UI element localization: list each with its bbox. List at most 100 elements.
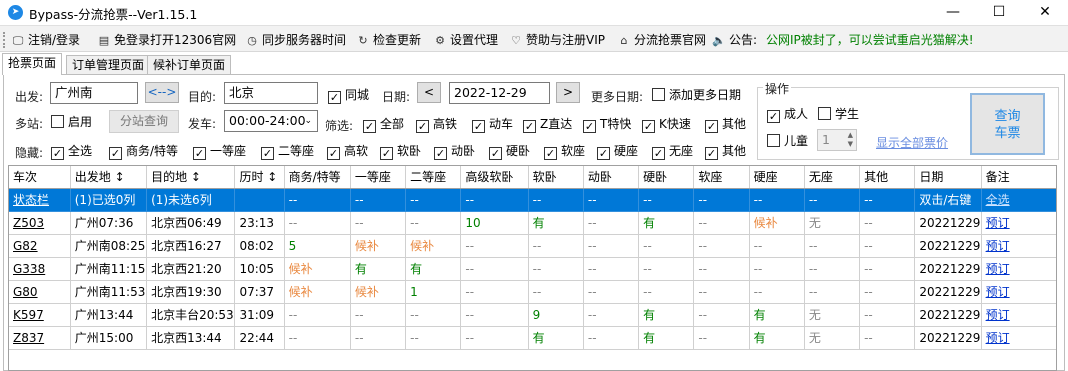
home-icon: ⌂ bbox=[620, 34, 628, 47]
tab-orders[interactable]: 订单管理页面 bbox=[66, 55, 151, 75]
column-header: 硬座 bbox=[749, 166, 805, 189]
hide-second-class-checkbox[interactable]: ✓ 二等座 bbox=[261, 144, 314, 160]
filter-dongche-checkbox[interactable]: ✓ 动车 bbox=[472, 117, 513, 133]
train-number-cell[interactable]: Z503 bbox=[9, 211, 71, 235]
filter-all-checkbox[interactable]: ✓ 全部 bbox=[363, 117, 404, 133]
station-query-button[interactable]: 分站查询 bbox=[109, 110, 179, 133]
date-input[interactable]: 2022-12-29 bbox=[449, 82, 550, 104]
check-update-menu[interactable]: ↻ 检查更新 bbox=[356, 31, 421, 49]
filter-z-checkbox[interactable]: ✓ Z直达 bbox=[523, 117, 572, 133]
book-link[interactable]: 预订 bbox=[981, 211, 1056, 235]
book-link[interactable]: 预订 bbox=[981, 280, 1056, 304]
speaker-icon: 🔈 bbox=[712, 34, 726, 47]
tab-booking[interactable]: 抢票页面 bbox=[2, 53, 63, 75]
child-count-stepper[interactable]: 1 ▲ ▼ bbox=[817, 129, 857, 151]
status-row[interactable]: 状态栏 (1)已选0列 (1)未选6列 -- -- -- -- -- -- -- -- -- -- -- 双… bbox=[9, 188, 1056, 212]
adult-checkbox[interactable]: ✓ 成人 bbox=[767, 107, 808, 123]
hide-yingwo-checkbox[interactable]: ✓ 硬卧 bbox=[489, 144, 530, 160]
child-checkbox[interactable]: 儿童 bbox=[767, 134, 808, 148]
enable-multi-station-checkbox[interactable]: 启用 bbox=[51, 115, 92, 129]
proxy-settings-menu[interactable]: ⚙ 设置代理 bbox=[433, 31, 498, 49]
query-tickets-button[interactable]: 查询 车票 bbox=[970, 93, 1045, 155]
announcement-menu[interactable]: 🔈 公告: bbox=[712, 31, 757, 49]
filter-gaotie-checkbox[interactable]: ✓ 高铁 bbox=[416, 117, 457, 133]
book-link[interactable]: 预订 bbox=[981, 326, 1056, 350]
column-header[interactable]: 目的地 ↕ bbox=[146, 166, 236, 189]
book-link[interactable]: 预订 bbox=[981, 257, 1056, 281]
to-station-input[interactable]: 北京 bbox=[224, 82, 318, 104]
minimize-button[interactable]: — bbox=[930, 0, 976, 25]
table-cell: 有 bbox=[749, 326, 805, 350]
train-number-cell[interactable]: G80 bbox=[9, 280, 71, 304]
sponsor-register-menu[interactable]: ♡ 赞助与注册VIP bbox=[509, 31, 605, 49]
depart-label: 发车: bbox=[188, 117, 217, 131]
column-header[interactable]: 出发地 ↕ bbox=[70, 166, 148, 189]
table-row[interactable]: Z503 广州07:36 北京西06:49 23:13 -- -- -- 10 有 -- 有 -- 候补… bbox=[9, 211, 1056, 235]
table-cell: -- bbox=[583, 188, 640, 212]
table-cell: 广州南11:53 bbox=[70, 280, 148, 304]
table-cell: -- bbox=[583, 211, 640, 235]
checkbox-unchecked-icon bbox=[767, 134, 780, 147]
table-cell: 20221229 bbox=[914, 326, 982, 350]
hide-ruanzuo-checkbox[interactable]: ✓ 软座 bbox=[544, 144, 585, 160]
train-number-cell[interactable]: G82 bbox=[9, 234, 71, 258]
checkbox-checked-icon: ✓ bbox=[472, 120, 485, 133]
open-12306-menu[interactable]: ▤ 免登录打开12306官网 bbox=[97, 31, 236, 49]
train-number-cell[interactable]: Z837 bbox=[9, 326, 71, 350]
table-cell: 有 bbox=[350, 257, 407, 281]
swap-stations-button[interactable]: <--> bbox=[145, 82, 179, 103]
hide-wuzuo-checkbox[interactable]: ✓ 无座 bbox=[652, 144, 693, 160]
table-cell: -- bbox=[638, 188, 695, 212]
sync-time-menu[interactable]: ◷ 同步服务器时间 bbox=[245, 31, 346, 49]
table-cell: -- bbox=[693, 211, 750, 235]
date-label: 日期: bbox=[382, 90, 411, 104]
table-row[interactable]: G80 广州南11:53 北京西19:30 07:37 候补 候补 1 -- -- -- -- -- -… bbox=[9, 280, 1056, 304]
tab-strip: 抢票页面 订单管理页面 候补订单页面 bbox=[0, 53, 1068, 75]
hide-all-checkbox[interactable]: ✓ 全选 bbox=[51, 144, 92, 160]
column-header[interactable]: 历时 ↕ bbox=[234, 166, 285, 189]
hide-business-checkbox[interactable]: ✓ 商务/特等 bbox=[109, 144, 178, 160]
column-header: 其他 bbox=[859, 166, 916, 189]
book-link[interactable]: 预订 bbox=[981, 303, 1056, 327]
close-button[interactable]: ✕ bbox=[1022, 0, 1068, 25]
maximize-button[interactable]: ☐ bbox=[976, 0, 1022, 25]
column-header: 备注 bbox=[981, 166, 1056, 189]
chevron-down-icon: ⌄ bbox=[304, 116, 312, 126]
hide-other-checkbox[interactable]: ✓ 其他 bbox=[705, 144, 746, 160]
login-logout-menu[interactable]: 🖵 注销/登录 bbox=[11, 31, 80, 49]
checkbox-checked-icon: ✓ bbox=[767, 110, 780, 123]
from-station-input[interactable]: 广州南 bbox=[50, 82, 138, 104]
operations-legend: 操作 bbox=[763, 80, 792, 97]
same-city-checkbox[interactable]: ✓ 同城 bbox=[328, 88, 369, 104]
table-cell: 20221229 bbox=[914, 257, 982, 281]
train-number-cell[interactable]: K597 bbox=[9, 303, 71, 327]
tab-waitlist[interactable]: 候补订单页面 bbox=[147, 55, 232, 75]
depart-time-select[interactable]: 00:00-24:00 ⌄ bbox=[224, 110, 318, 132]
hide-first-class-checkbox[interactable]: ✓ 一等座 bbox=[193, 144, 246, 160]
train-number-cell[interactable]: 状态栏 bbox=[9, 188, 71, 212]
table-row[interactable]: G82 广州南08:25 北京西16:27 08:02 5 候补 候补 -- -- -- -- -- -… bbox=[9, 234, 1056, 258]
book-link[interactable]: 预订 bbox=[981, 234, 1056, 258]
hide-gaoruan-checkbox[interactable]: ✓ 高软 bbox=[327, 144, 368, 160]
table-cell: -- bbox=[638, 234, 695, 258]
filter-other-checkbox[interactable]: ✓ 其他 bbox=[705, 117, 746, 133]
prev-date-button[interactable]: < bbox=[417, 82, 441, 103]
hide-yingzuo-checkbox[interactable]: ✓ 硬座 bbox=[597, 144, 638, 160]
add-more-dates-checkbox[interactable]: 添加更多日期 bbox=[652, 88, 741, 102]
table-row[interactable]: K597 广州13:44 北京丰台20:53 31:09 -- -- -- -- 9 -- 有 -- 有… bbox=[9, 303, 1056, 327]
table-cell: -- bbox=[460, 326, 529, 350]
table-row[interactable]: G338 广州南11:15 北京西21:20 10:05 候补有有 -- -- -- -- -- -… bbox=[9, 257, 1056, 281]
column-header: 一等座 bbox=[350, 166, 407, 189]
official-site-menu[interactable]: ⌂ 分流抢票官网 bbox=[617, 31, 707, 49]
filter-t-checkbox[interactable]: ✓ T特快 bbox=[583, 117, 631, 133]
train-number-cell[interactable]: G338 bbox=[9, 257, 71, 281]
hide-dongwo-checkbox[interactable]: ✓ 动卧 bbox=[434, 144, 475, 160]
hide-ruanwo-checkbox[interactable]: ✓ 软卧 bbox=[380, 144, 421, 160]
select-all-link[interactable]: 全选 bbox=[981, 188, 1056, 212]
student-checkbox[interactable]: 学生 bbox=[818, 107, 859, 121]
filter-k-checkbox[interactable]: ✓ K快速 bbox=[642, 117, 691, 133]
table-cell: 无 bbox=[804, 303, 861, 327]
show-all-prices-link[interactable]: 显示全部票价 bbox=[876, 134, 948, 151]
next-date-button[interactable]: > bbox=[556, 82, 580, 103]
table-row[interactable]: Z837 广州15:00 北京西13:44 22:44 -- -- -- -- 有 -- 有 -- 有无… bbox=[9, 326, 1056, 350]
